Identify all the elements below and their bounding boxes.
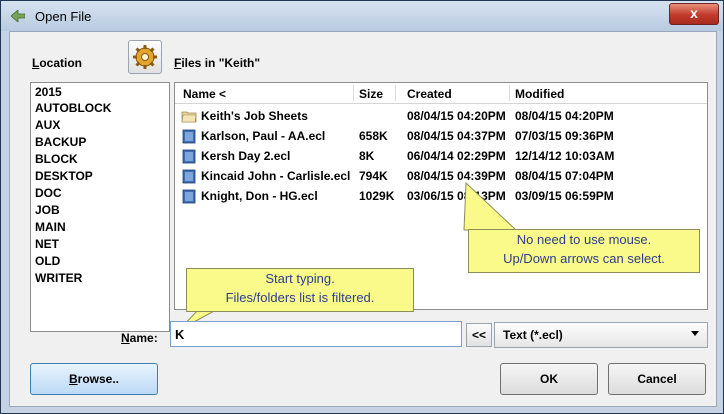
column-divider[interactable] (353, 85, 354, 101)
chevron-down-icon (691, 331, 699, 336)
column-header-modified[interactable]: Modified (515, 87, 564, 101)
location-item[interactable]: AUTOBLOCK (35, 101, 111, 115)
file-row[interactable]: Keith's Job Sheets 08/04/15 04:20PM 08/0… (175, 107, 707, 127)
callout-pointer (463, 182, 518, 231)
column-divider[interactable] (509, 85, 510, 101)
title-bar[interactable]: Open File x (1, 1, 723, 31)
file-modified: 08/04/15 07:04PM (515, 169, 614, 183)
tip-callout-mouse: No need to use mouse. Up/Down arrows can… (468, 229, 700, 273)
file-modified: 07/03/15 09:36PM (515, 129, 614, 143)
ok-button[interactable]: OK (500, 363, 598, 395)
book-icon (182, 189, 196, 204)
file-row[interactable]: Karlson, Paul - AA.ecl 658K 08/04/15 04:… (175, 127, 707, 147)
gear-icon (133, 45, 157, 69)
file-created: 08/04/15 04:39PM (407, 169, 506, 183)
book-icon (182, 169, 196, 184)
column-header-created[interactable]: Created (407, 87, 452, 101)
close-icon: x (690, 5, 698, 21)
name-label: Name: (121, 331, 158, 345)
file-created: 08/04/15 04:37PM (407, 129, 506, 143)
file-modified: 12/14/12 10:03AM (515, 149, 615, 163)
back-button[interactable]: << (466, 323, 492, 347)
column-divider[interactable] (395, 85, 396, 101)
file-created: 08/04/15 04:20PM (407, 109, 506, 123)
file-modified: 08/04/15 04:20PM (515, 109, 614, 123)
window-title: Open File (35, 9, 92, 24)
file-name: Kersh Day 2.ecl (201, 149, 291, 163)
name-input[interactable] (170, 321, 462, 347)
book-icon (182, 149, 196, 164)
open-file-dialog: Open File x Location Files in "Keith" 20… (0, 0, 724, 414)
tip-text: Start typing. (265, 271, 335, 286)
file-row[interactable]: Kersh Day 2.ecl 8K 06/04/14 02:29PM 12/1… (175, 147, 707, 167)
book-icon (182, 129, 196, 144)
location-item[interactable]: AUX (35, 118, 60, 132)
file-size: 1029K (359, 189, 395, 203)
location-item[interactable]: 2015 (35, 85, 62, 99)
file-type-value: Text (*.ecl) (503, 328, 563, 342)
back-arrow-icon (11, 10, 25, 22)
dialog-body: Location Files in "Keith" 2015 AUTOBLOCK… (9, 31, 717, 407)
file-size: 794K (359, 169, 388, 183)
file-name: Kincaid John - Carlisle.ecl (201, 169, 351, 183)
location-list[interactable]: 2015 AUTOBLOCK AUX BACKUP BLOCK DESKTOP … (30, 82, 170, 332)
location-item[interactable]: DOC (35, 186, 62, 200)
tip-text: No need to use mouse. (516, 232, 652, 247)
location-item[interactable]: OLD (35, 254, 60, 268)
tip-text: Up/Down arrows can select. (503, 251, 665, 266)
settings-button[interactable] (128, 40, 162, 74)
file-name: Keith's Job Sheets (201, 109, 308, 123)
location-item[interactable]: BLOCK (35, 152, 78, 166)
location-item[interactable]: JOB (35, 203, 60, 217)
column-header-name[interactable]: Name < (183, 87, 226, 101)
tip-callout-typing: Start typing. Files/folders list is filt… (186, 268, 414, 312)
location-item[interactable]: WRITER (35, 271, 82, 285)
tip-text: Files/folders list is filtered. (225, 290, 375, 305)
file-name: Knight, Don - HG.ecl (201, 189, 318, 203)
file-list-header: Name < Size Created Modified (175, 83, 707, 104)
location-item[interactable]: MAIN (35, 220, 66, 234)
file-size: 658K (359, 129, 388, 143)
file-type-select[interactable]: Text (*.ecl) (494, 322, 708, 348)
column-header-size[interactable]: Size (359, 87, 383, 101)
location-item[interactable]: NET (35, 237, 59, 251)
location-item[interactable]: BACKUP (35, 135, 86, 149)
files-label: Files in "Keith" (174, 56, 261, 70)
location-item[interactable]: DESKTOP (35, 169, 93, 183)
browse-button[interactable]: Browse.. (30, 363, 158, 395)
file-created: 06/04/14 02:29PM (407, 149, 506, 163)
cancel-button[interactable]: Cancel (608, 363, 706, 395)
file-size: 8K (359, 149, 375, 163)
close-button[interactable]: x (669, 3, 719, 25)
file-name: Karlson, Paul - AA.ecl (201, 129, 326, 143)
location-label: Location (32, 56, 83, 70)
folder-icon (181, 111, 197, 123)
